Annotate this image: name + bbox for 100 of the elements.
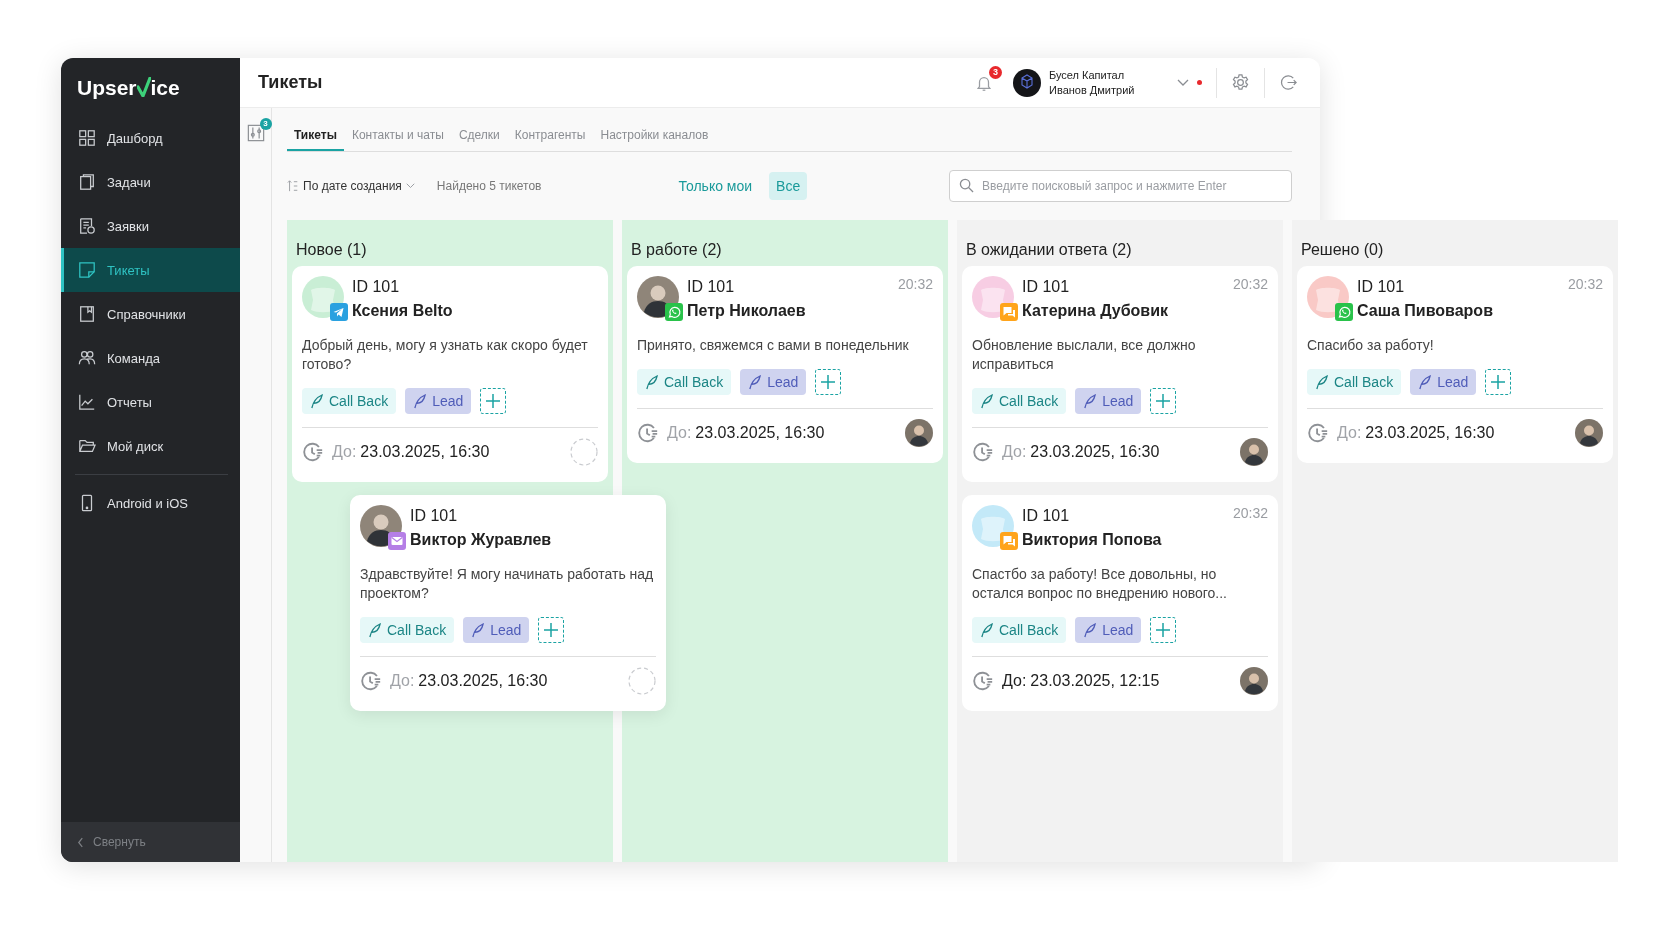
sidebar-item[interactable]: Команда <box>61 336 240 380</box>
leaf-icon <box>980 393 993 409</box>
due-date: 23.03.2025, 16:30 <box>418 672 548 690</box>
plus-icon <box>821 375 836 389</box>
column-title: В работе (2) <box>630 240 723 259</box>
settings-button[interactable] <box>1231 73 1250 92</box>
assignee-avatar[interactable] <box>905 419 933 447</box>
book-icon <box>78 305 96 323</box>
leaf-icon <box>1315 374 1328 390</box>
due-date: 23.03.2025, 16:30 <box>360 443 490 461</box>
filter-badge: 3 <box>259 118 272 130</box>
ticket-id: ID 101 <box>1022 277 1071 297</box>
leaf-icon <box>368 622 381 638</box>
plus-icon <box>486 394 501 408</box>
ticket-card[interactable]: ID 101 Саша Пивоваров 20:32 Спасибо за работу! Call Back Lead До: 23.03.2025, 16:30 <box>1297 266 1613 463</box>
envelope-icon <box>388 532 406 550</box>
due-date: 23.03.2025, 16:30 <box>1030 443 1160 461</box>
paper-plane-icon <box>330 303 348 321</box>
due-label: До: <box>390 672 415 690</box>
notification-badge: 3 <box>989 65 1002 79</box>
add-tag-button[interactable] <box>1150 388 1177 414</box>
contact-name: Саша Пивоваров <box>1357 301 1493 321</box>
add-tag-button[interactable] <box>538 617 565 643</box>
clipboard-icon <box>78 173 96 191</box>
due-label: До: <box>667 424 692 442</box>
ticket-card[interactable]: ID 101 Катерина Дубовик 20:32 Обновление выслали, все должно исправиться Call Back Lead До: 23.03.2025, 16:30 <box>962 266 1278 482</box>
contact-name: Петр Николаев <box>687 301 806 321</box>
leaf-icon <box>471 622 485 638</box>
due-label: До: <box>1337 424 1362 442</box>
assignee-avatar[interactable] <box>1240 667 1268 695</box>
message-preview: Обновление выслали, все должно исправиться <box>972 336 1197 374</box>
column-title: Решено (0) <box>1300 240 1385 259</box>
avatar <box>1307 276 1349 318</box>
search-field[interactable]: Введите поисковый запрос и нажмите Enter <box>949 170 1292 202</box>
ticket-time: 20:32 <box>897 276 933 292</box>
leaf-icon <box>1418 374 1432 390</box>
clock-icon <box>360 670 382 692</box>
ticket-card[interactable]: ID 101 Петр Николаев 20:32 Принято, свяжемся с вами в понедельник Call Back Lead До: 23.03.2025, 16:30 <box>627 266 943 463</box>
ticket-id: ID 101 <box>410 506 459 526</box>
people-icon <box>78 349 96 367</box>
due-label: До: <box>332 443 357 461</box>
add-tag-button[interactable] <box>815 369 842 395</box>
contact-name: Ксения Belto <box>352 301 453 321</box>
note-icon <box>78 261 96 279</box>
chevron-down-icon <box>405 183 415 189</box>
clock-icon <box>1307 422 1329 444</box>
message-preview: Спастбо за работу! Все довольны, но остался вопрос по внедрению нового... <box>972 565 1228 603</box>
company-avatar <box>1013 68 1041 97</box>
tag-chip: Lead <box>740 369 807 395</box>
sidebar-item[interactable]: Android и iOS <box>61 481 240 525</box>
logo-text: Upser <box>77 76 137 100</box>
sidebar-item[interactable]: Отчеты <box>61 380 240 424</box>
tag-chip: Lead <box>405 388 472 414</box>
ticket-card[interactable]: ID 101 Виктория Попова 20:32 Спастбо за работу! Все довольны, но остался вопрос по внедрению нового... Call Back Lead До: 23.03.2025, 12:15 <box>962 495 1278 711</box>
sidebar-item[interactable]: Дашборд <box>61 116 240 160</box>
search-icon <box>959 178 974 193</box>
add-tag-button[interactable] <box>480 388 507 414</box>
ticket-time: 20:32 <box>1232 276 1268 292</box>
ticket-id: ID 101 <box>1357 277 1406 297</box>
assignee-avatar[interactable] <box>1240 438 1268 466</box>
tag-chip: Lead <box>1410 369 1477 395</box>
contact-name: Катерина Дубовик <box>1022 301 1169 321</box>
assignee-avatar[interactable] <box>1575 419 1603 447</box>
sidebar-item[interactable]: Тикеты <box>61 248 240 292</box>
message-preview: Спасибо за работу! <box>1307 336 1435 355</box>
due-label: До: <box>1002 443 1027 461</box>
sidebar-item[interactable]: Справочники <box>61 292 240 336</box>
sort-dropdown[interactable]: По дате создания <box>287 179 415 193</box>
add-tag-button[interactable] <box>1150 617 1177 643</box>
plus-icon <box>1156 623 1171 637</box>
logout-icon <box>1279 73 1298 92</box>
document-icon <box>78 217 96 235</box>
result-count: Найдено 5 тикетов <box>436 179 542 193</box>
add-tag-button[interactable] <box>1485 369 1512 395</box>
sort-icon <box>287 180 299 192</box>
clock-icon <box>302 441 324 463</box>
tag-chip: Call Back <box>637 369 732 395</box>
logout-button[interactable] <box>1279 73 1298 92</box>
ticket-id: ID 101 <box>687 277 736 297</box>
filter-button[interactable] <box>246 124 265 142</box>
sidebar-item[interactable]: Задачи <box>61 160 240 204</box>
chevron-left-icon <box>77 836 84 848</box>
leaf-icon <box>413 393 427 409</box>
ticket-card[interactable]: ID 101 Виктор Журавлев Здравствуйте! Я могу начинать работать над проектом? Call Back Lead До: 23.03.2025, 16:30 <box>350 495 666 711</box>
leaf-icon <box>1083 622 1097 638</box>
sidebar-item[interactable]: Заявки <box>61 204 240 248</box>
sidebar-item[interactable]: Мой диск <box>61 424 240 468</box>
user-name: Иванов Дмитрий <box>1049 84 1136 96</box>
company-name: Бусел Капитал <box>1049 69 1126 81</box>
ticket-card[interactable]: ID 101 Ксения Belto Добрый день, могу я узнать как скоро будет готово? Call Back Lead До: 23.03.2025, 16:30 <box>292 266 608 482</box>
leaf-icon <box>1083 393 1097 409</box>
tab[interactable]: Тикеты <box>287 122 344 151</box>
phone-bubble-icon <box>665 303 683 321</box>
tag-chip: Lead <box>463 617 530 643</box>
chat-bubbles-icon <box>1000 532 1018 550</box>
account-menu-button[interactable] <box>1177 78 1189 87</box>
plus-icon <box>1491 375 1506 389</box>
contact-name: Виктория Попова <box>1022 530 1162 550</box>
tag-chip: Lead <box>1075 388 1142 414</box>
contact-name: Виктор Журавлев <box>410 530 552 550</box>
